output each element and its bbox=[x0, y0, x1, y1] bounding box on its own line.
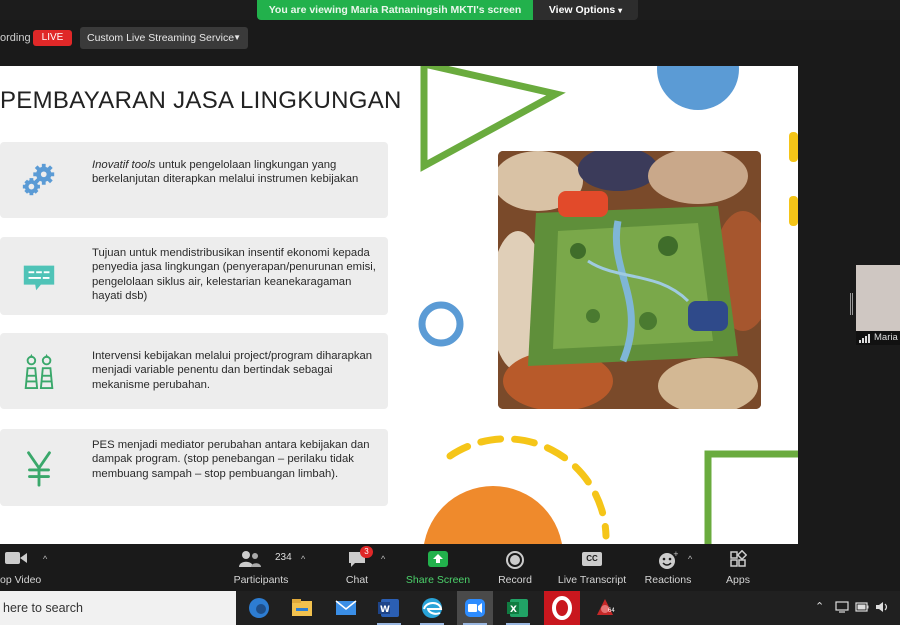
bullet-card: Intervensi kebijakan melalui project/pro… bbox=[0, 333, 388, 409]
live-transcript-button[interactable]: CC Live Transcript bbox=[553, 544, 631, 591]
apps-icon bbox=[730, 550, 747, 567]
bullet-emphasis: Inovatif tools bbox=[92, 159, 156, 171]
yellow-dash-shape bbox=[789, 132, 798, 226]
live-transcript-label: Live Transcript bbox=[557, 574, 627, 586]
closed-caption-icon: CC bbox=[582, 552, 602, 566]
participants-button[interactable]: 234 Participants bbox=[230, 544, 292, 591]
svg-text:W: W bbox=[380, 605, 390, 615]
chevron-down-icon: ▾ bbox=[618, 6, 623, 15]
record-label: Record bbox=[498, 574, 532, 586]
taskbar-app-mail[interactable] bbox=[328, 591, 364, 625]
cartoon-illustration-image bbox=[498, 151, 761, 409]
chevron-up-icon[interactable]: ⌃ bbox=[815, 600, 824, 613]
people-icon bbox=[24, 353, 54, 390]
reactions-smiley-icon: + bbox=[659, 550, 678, 569]
bullet-card: Inovatif tools untuk pengelolaan lingkun… bbox=[0, 142, 388, 218]
windows-taskbar: here to search W X 64 ⌃ bbox=[0, 591, 900, 625]
resize-handle[interactable] bbox=[850, 293, 853, 315]
excel-icon: X bbox=[507, 599, 528, 617]
view-options-button[interactable]: View Options ▾ bbox=[533, 0, 638, 20]
app-icon bbox=[597, 599, 613, 615]
mail-icon bbox=[335, 600, 357, 615]
bullet-card: PES menjadi mediator perubahan antara ke… bbox=[0, 429, 388, 506]
stop-video-label: op Video bbox=[0, 574, 42, 586]
bullet-text: Intervensi kebijakan melalui project/pro… bbox=[92, 350, 373, 391]
participants-label: Participants bbox=[233, 574, 289, 586]
screen-share-banner: You are viewing Maria Ratnaningsih MKTI'… bbox=[257, 0, 638, 20]
edge-icon bbox=[249, 598, 269, 618]
shared-slide: PEMBAYARAN JASA LINGKUNGAN Inovatif tool… bbox=[0, 66, 798, 544]
share-screen-button[interactable]: Share Screen bbox=[402, 544, 474, 591]
opera-icon bbox=[552, 596, 572, 620]
participants-icon bbox=[239, 551, 261, 567]
svg-text:X: X bbox=[510, 605, 517, 615]
view-options-label: View Options bbox=[548, 4, 616, 16]
caret-up-icon: ^ bbox=[43, 554, 48, 564]
bullet-text: PES menjadi mediator perubahan antara ke… bbox=[92, 439, 370, 480]
participant-video-tile[interactable]: Maria bbox=[856, 265, 900, 345]
taskbar-app-opera[interactable] bbox=[544, 591, 580, 625]
apps-label: Apps bbox=[726, 574, 750, 586]
stop-video-button[interactable]: op Video bbox=[0, 544, 48, 591]
network-icon[interactable] bbox=[835, 601, 849, 613]
caret-up-icon: ^ bbox=[688, 554, 693, 564]
svg-text:+: + bbox=[673, 550, 678, 558]
yen-icon bbox=[27, 451, 51, 487]
caret-down-icon: ▼ bbox=[233, 33, 241, 42]
caret-up-icon: ^ bbox=[301, 554, 306, 564]
apps-button[interactable]: Apps bbox=[718, 544, 758, 591]
share-screen-label: Share Screen bbox=[405, 574, 471, 586]
record-icon bbox=[506, 551, 524, 569]
live-badge[interactable]: LIVE bbox=[33, 30, 72, 46]
taskbar-app-zoom[interactable] bbox=[457, 591, 493, 625]
participant-name: Maria bbox=[874, 332, 898, 343]
word-icon: W bbox=[378, 599, 399, 617]
share-screen-icon bbox=[428, 551, 448, 567]
caret-up-icon: ^ bbox=[381, 554, 386, 564]
taskbar-app-edge-browser[interactable] bbox=[414, 591, 450, 625]
slide-title: PEMBAYARAN JASA LINGKUNGAN bbox=[0, 87, 402, 114]
message-icon bbox=[23, 265, 55, 291]
live-stream-service-dropdown[interactable]: Custom Live Streaming Service ▼ bbox=[80, 27, 248, 49]
gears-icon bbox=[22, 163, 55, 196]
chat-button[interactable]: 3 Chat bbox=[336, 544, 378, 591]
signal-bars-icon bbox=[859, 334, 870, 343]
bullet-card: Tujuan untuk mendistribusikan insentif e… bbox=[0, 237, 388, 315]
taskbar-app-file-explorer[interactable] bbox=[284, 591, 320, 625]
viewing-text: You are viewing Maria Ratnaningsih MKTI'… bbox=[257, 0, 533, 20]
taskbar-app-edge[interactable] bbox=[241, 591, 277, 625]
participant-count: 234 bbox=[275, 552, 292, 563]
taskbar-app-word[interactable]: W bbox=[371, 591, 407, 625]
meeting-controls: op Video ^ 234 Participants ^ 3 Chat ^ S… bbox=[0, 544, 900, 591]
taskbar-app-excel[interactable]: X bbox=[500, 591, 536, 625]
participant-name-bar: Maria bbox=[856, 331, 900, 345]
participants-caret[interactable]: ^ bbox=[301, 544, 311, 591]
recording-bar: ording LIVE Custom Live Streaming Servic… bbox=[0, 20, 900, 66]
recording-label: ording bbox=[0, 32, 31, 44]
chat-caret[interactable]: ^ bbox=[381, 544, 391, 591]
app-badge: 64 bbox=[608, 608, 615, 614]
zoom-window: You are viewing Maria Ratnaningsih MKTI'… bbox=[0, 0, 900, 625]
video-options-caret[interactable]: ^ bbox=[43, 544, 53, 591]
bullet-text: Inovatif tools untuk pengelolaan lingkun… bbox=[92, 158, 380, 187]
battery-icon[interactable] bbox=[855, 602, 869, 612]
chat-badge: 3 bbox=[360, 546, 373, 558]
edge-browser-icon bbox=[422, 598, 443, 618]
chat-label: Chat bbox=[345, 574, 369, 586]
taskbar-app-other[interactable]: 64 bbox=[587, 591, 623, 625]
top-bar: You are viewing Maria Ratnaningsih MKTI'… bbox=[0, 0, 900, 20]
blue-ring-shape bbox=[418, 301, 464, 347]
zoom-icon bbox=[465, 599, 485, 617]
stream-service-label: Custom Live Streaming Service bbox=[87, 32, 235, 44]
record-button[interactable]: Record bbox=[490, 544, 540, 591]
orange-circle-shape bbox=[424, 486, 562, 544]
blue-circle-shape bbox=[657, 66, 739, 110]
green-square-shape bbox=[704, 450, 798, 544]
reactions-caret[interactable]: ^ bbox=[688, 544, 698, 591]
video-camera-icon bbox=[5, 552, 27, 564]
taskbar-search-input[interactable]: here to search bbox=[0, 591, 236, 625]
volume-icon[interactable] bbox=[875, 601, 891, 613]
file-explorer-icon bbox=[292, 599, 312, 616]
bullet-text: Tujuan untuk mendistribusikan insentif e… bbox=[92, 247, 376, 303]
